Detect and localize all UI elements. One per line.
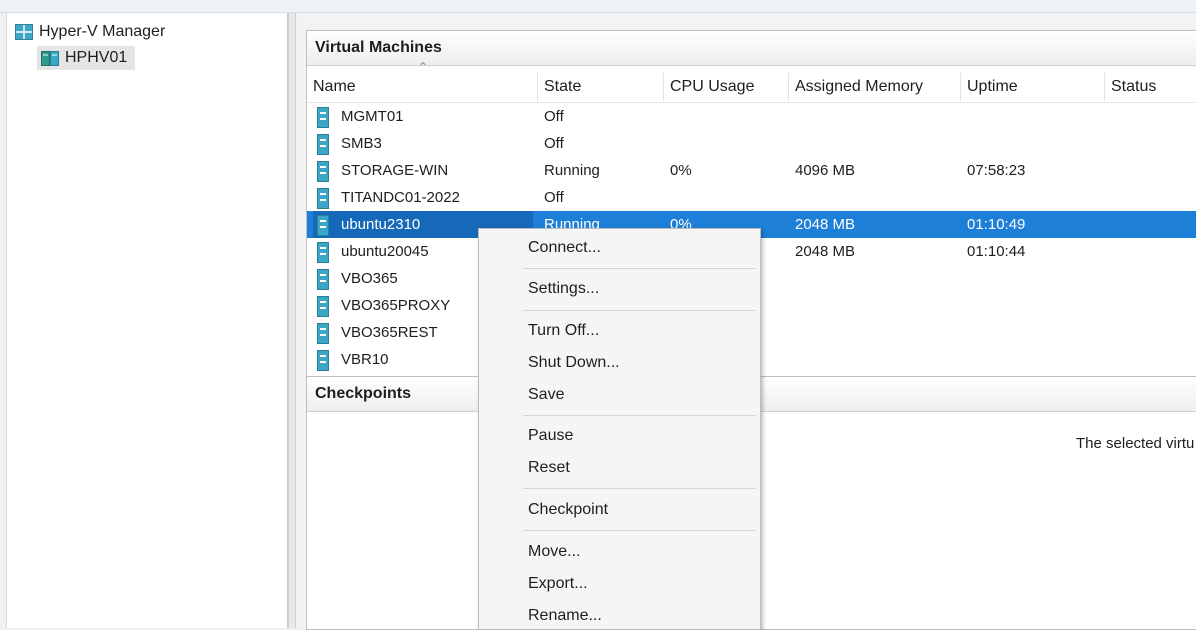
virtual-machine-icon [317, 161, 329, 182]
tree-node-server[interactable]: HPHV01 [37, 46, 136, 70]
checkpoints-message: The selected virtu [1076, 435, 1195, 452]
vm-state: Off [544, 108, 564, 125]
vm-name: MGMT01 [341, 108, 404, 125]
vm-assigned-memory: 2048 MB [795, 216, 856, 233]
virtual-machine-icon [317, 134, 329, 155]
vm-context-menu: Connect... Settings... Turn Off... Shut … [478, 228, 761, 630]
virtual-machines-title: Virtual Machines [307, 31, 1196, 66]
vm-name: STORAGE-WIN [341, 162, 449, 179]
vm-name-cell: SMB3 [313, 130, 533, 157]
menu-item-checkpoint[interactable]: Checkpoint [479, 496, 760, 524]
tree-root-label: Hyper-V Manager [39, 23, 166, 40]
vm-name: VBO365PROXY [341, 297, 451, 314]
hyperv-manager-icon [15, 24, 33, 40]
menu-separator [523, 415, 756, 416]
pane-splitter[interactable] [288, 13, 296, 628]
vm-row[interactable]: MGMT01 Off [307, 103, 1196, 130]
vm-row[interactable]: STORAGE-WIN Running 0% 4096 MB 07:58:23 [307, 157, 1196, 184]
vm-name: VBO365 [341, 270, 398, 287]
virtual-machine-icon [317, 269, 329, 290]
menu-item-save[interactable]: Save [479, 381, 760, 409]
virtual-machine-icon [317, 107, 329, 128]
vm-name: ubuntu2310 [341, 216, 421, 233]
tree-server-label: HPHV01 [65, 49, 128, 66]
vm-name-cell: TITANDC01-2022 [313, 184, 533, 211]
vm-name: VBO365REST [341, 324, 438, 341]
vm-state: Off [544, 189, 564, 206]
menu-separator [523, 488, 756, 489]
column-header-status[interactable]: Status [1105, 73, 1196, 101]
vm-uptime: 01:10:44 [967, 243, 1026, 260]
vm-row[interactable]: TITANDC01-2022 Off [307, 184, 1196, 211]
vm-uptime: 01:10:49 [967, 216, 1026, 233]
menu-item-move[interactable]: Move... [479, 538, 760, 566]
vm-name: ubuntu20045 [341, 243, 429, 260]
menu-separator [523, 310, 756, 311]
sort-ascending-icon: ⌃ [418, 60, 429, 74]
vm-name: TITANDC01-2022 [341, 189, 460, 206]
virtual-machine-icon [317, 350, 329, 371]
vm-uptime: 07:58:23 [967, 162, 1026, 179]
menu-item-reset[interactable]: Reset [479, 454, 760, 482]
vm-name-cell: STORAGE-WIN [313, 157, 533, 184]
vm-column-headers: ⌃ Name State CPU Usage Assigned Memory U… [307, 60, 1196, 103]
menu-item-settings[interactable]: Settings... [479, 275, 760, 303]
menu-separator [523, 530, 756, 531]
virtual-machine-icon [317, 242, 329, 263]
column-header-assigned-memory[interactable]: Assigned Memory [789, 73, 961, 101]
virtual-machine-icon [317, 188, 329, 209]
vm-assigned-memory: 4096 MB [795, 162, 856, 179]
menu-item-rename[interactable]: Rename... [479, 602, 760, 629]
vm-assigned-memory: 2048 MB [795, 243, 856, 260]
vm-state: Running [544, 162, 600, 179]
title-strip [0, 0, 1196, 13]
menu-item-export[interactable]: Export... [479, 570, 760, 598]
column-header-cpu-usage[interactable]: CPU Usage [664, 73, 789, 101]
column-header-state[interactable]: State [538, 73, 664, 101]
menu-item-connect[interactable]: Connect... [479, 234, 760, 262]
vm-name: SMB3 [341, 135, 382, 152]
virtual-machine-icon [317, 215, 329, 236]
column-header-uptime[interactable]: Uptime [961, 73, 1105, 101]
column-header-name[interactable]: Name [307, 73, 538, 101]
vm-name-cell: MGMT01 [313, 103, 533, 130]
server-icon [41, 50, 59, 66]
virtual-machine-icon [317, 323, 329, 344]
menu-item-shut-down[interactable]: Shut Down... [479, 349, 760, 377]
vm-name: VBR10 [341, 351, 389, 368]
virtual-machine-icon [317, 296, 329, 317]
menu-item-pause[interactable]: Pause [479, 422, 760, 450]
tree-node-hyperv-manager[interactable]: Hyper-V Manager [15, 20, 165, 44]
menu-separator [523, 268, 756, 269]
vm-row[interactable]: SMB3 Off [307, 130, 1196, 157]
navigation-tree: Hyper-V Manager HPHV01 [6, 13, 288, 628]
vm-state: Off [544, 135, 564, 152]
vm-cpu-usage: 0% [670, 162, 692, 179]
menu-item-turn-off[interactable]: Turn Off... [479, 317, 760, 345]
